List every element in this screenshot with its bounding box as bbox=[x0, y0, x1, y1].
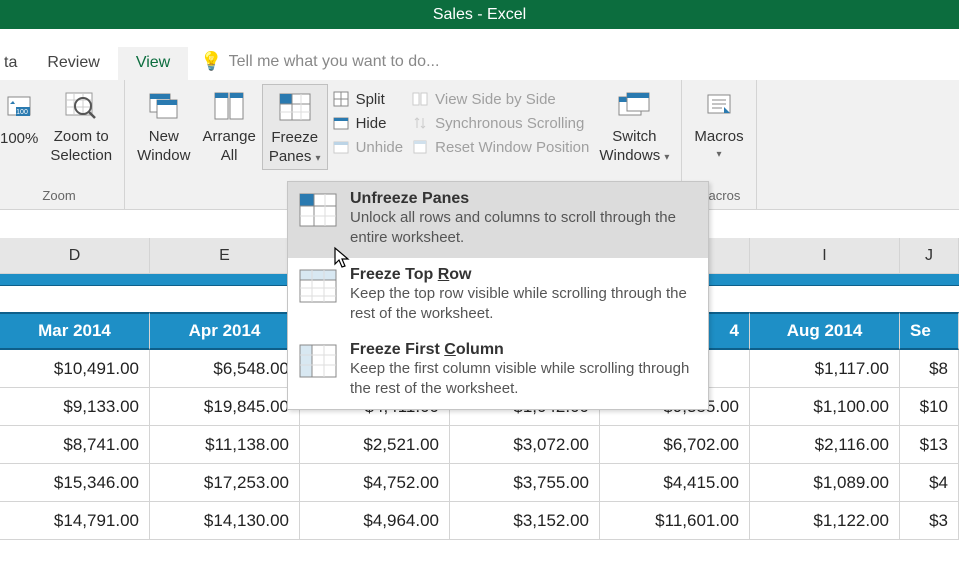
cell[interactable]: $8 bbox=[900, 350, 959, 388]
switch-windows-icon bbox=[617, 88, 651, 124]
new-window-button[interactable]: New Window bbox=[131, 84, 196, 168]
tab-review[interactable]: Review bbox=[29, 47, 117, 80]
header-cell[interactable]: Se bbox=[900, 312, 959, 350]
freeze-panes-icon bbox=[278, 89, 312, 125]
synchronous-scrolling-button: Synchronous Scrolling bbox=[411, 114, 589, 132]
cell[interactable]: $10,491.00 bbox=[0, 350, 150, 388]
arrange-all-button[interactable]: Arrange All bbox=[196, 84, 261, 168]
cell[interactable]: $1,100.00 bbox=[750, 388, 900, 426]
freeze-top-row-icon bbox=[298, 266, 338, 306]
col-header-d[interactable]: D bbox=[0, 238, 150, 274]
window-small-stack-1: Split Hide Unhide bbox=[328, 84, 408, 162]
cell[interactable]: $13 bbox=[900, 426, 959, 464]
freeze-first-column-icon bbox=[298, 341, 338, 381]
window-small-stack-2: View Side by Side Synchronous Scrolling … bbox=[407, 84, 593, 162]
lightbulb-icon: 💡 bbox=[200, 51, 222, 72]
table-row: $8,741.00 $11,138.00 $2,521.00 $3,072.00… bbox=[0, 426, 959, 464]
cell[interactable]: $14,130.00 bbox=[150, 502, 300, 540]
unhide-button: Unhide bbox=[332, 138, 404, 156]
cell[interactable]: $4,964.00 bbox=[300, 502, 450, 540]
unfreeze-panes-icon bbox=[298, 190, 338, 230]
reset-position-icon bbox=[411, 138, 429, 156]
freeze-top-row-item[interactable]: Freeze Top Row Keep the top row visible … bbox=[288, 258, 708, 334]
chevron-down-icon: ▾ bbox=[717, 149, 722, 162]
cell[interactable]: $3,755.00 bbox=[450, 464, 600, 502]
cell[interactable]: $8,741.00 bbox=[0, 426, 150, 464]
cell[interactable]: $15,346.00 bbox=[0, 464, 150, 502]
tell-me-placeholder: Tell me what you want to do... bbox=[229, 53, 440, 71]
cell[interactable]: $1,117.00 bbox=[750, 350, 900, 388]
cell[interactable]: $2,116.00 bbox=[750, 426, 900, 464]
cell[interactable]: $11,601.00 bbox=[600, 502, 750, 540]
svg-text:100: 100 bbox=[16, 109, 28, 116]
table-row: $14,791.00 $14,130.00 $4,964.00 $3,152.0… bbox=[0, 502, 959, 540]
side-by-side-icon bbox=[411, 90, 429, 108]
cell[interactable]: $4,752.00 bbox=[300, 464, 450, 502]
zoom-to-selection-button[interactable]: Zoom to Selection bbox=[44, 84, 118, 168]
macros-icon bbox=[704, 88, 734, 124]
cell[interactable]: $6,548.00 bbox=[150, 350, 300, 388]
ribbon-tabs: ta Review View 💡 Tell me what you want t… bbox=[0, 29, 959, 80]
tell-me-search[interactable]: 💡 Tell me what you want to do... bbox=[188, 51, 451, 80]
menu-item-title: Unfreeze Panes bbox=[350, 190, 698, 208]
view-side-by-side-button: View Side by Side bbox=[411, 90, 589, 108]
title-bar: Sales - Excel bbox=[0, 0, 959, 29]
sync-scroll-icon bbox=[411, 114, 429, 132]
cell[interactable]: $9,133.00 bbox=[0, 388, 150, 426]
freeze-panes-dropdown: Unfreeze Panes Unlock all rows and colum… bbox=[287, 181, 709, 410]
cell[interactable]: $14,791.00 bbox=[0, 502, 150, 540]
menu-item-title: Freeze Top Row bbox=[350, 266, 698, 284]
zoom-group: 100 100% Zoom to Selection Zoom bbox=[0, 80, 125, 209]
cell[interactable]: $6,702.00 bbox=[600, 426, 750, 464]
app-title: Sales - Excel bbox=[433, 6, 526, 24]
tab-data-partial[interactable]: ta bbox=[0, 47, 29, 80]
zoom-group-label: Zoom bbox=[0, 186, 118, 207]
col-header-i[interactable]: I bbox=[750, 238, 900, 274]
chevron-down-icon: ▾ bbox=[316, 153, 321, 164]
menu-item-title: Freeze First Column bbox=[350, 341, 698, 359]
chevron-down-icon: ▾ bbox=[664, 152, 669, 163]
header-cell[interactable]: Mar 2014 bbox=[0, 312, 150, 350]
tab-view[interactable]: View bbox=[118, 47, 188, 80]
switch-windows-button[interactable]: Switch Windows ▾ bbox=[593, 84, 675, 168]
table-row: $15,346.00 $17,253.00 $4,752.00 $3,755.0… bbox=[0, 464, 959, 502]
zoom-100-button[interactable]: 100 100% bbox=[0, 84, 44, 151]
zoom-100-icon: 100 bbox=[4, 90, 34, 126]
split-icon bbox=[332, 90, 350, 108]
cell[interactable]: $1,089.00 bbox=[750, 464, 900, 502]
unfreeze-panes-item[interactable]: Unfreeze Panes Unlock all rows and colum… bbox=[288, 182, 708, 258]
freeze-first-column-item[interactable]: Freeze First Column Keep the first colum… bbox=[288, 333, 708, 409]
split-button[interactable]: Split bbox=[332, 90, 404, 108]
menu-item-desc: Unlock all rows and columns to scroll th… bbox=[350, 208, 698, 249]
cell[interactable]: $3,072.00 bbox=[450, 426, 600, 464]
macros-button[interactable]: Macros ▾ bbox=[688, 84, 749, 163]
cell[interactable]: $1,122.00 bbox=[750, 502, 900, 540]
hide-button[interactable]: Hide bbox=[332, 114, 404, 132]
menu-item-desc: Keep the top row visible while scrolling… bbox=[350, 284, 698, 325]
cell[interactable]: $2,521.00 bbox=[300, 426, 450, 464]
cell[interactable]: $4,415.00 bbox=[600, 464, 750, 502]
header-cell[interactable]: Aug 2014 bbox=[750, 312, 900, 350]
cell[interactable]: $11,138.00 bbox=[150, 426, 300, 464]
cell[interactable]: $10 bbox=[900, 388, 959, 426]
magnifier-icon bbox=[64, 88, 98, 124]
hide-icon bbox=[332, 114, 350, 132]
new-window-icon bbox=[147, 88, 181, 124]
unhide-icon bbox=[332, 138, 350, 156]
cell[interactable]: $19,845.00 bbox=[150, 388, 300, 426]
col-header-j[interactable]: J bbox=[900, 238, 959, 274]
cell[interactable]: $17,253.00 bbox=[150, 464, 300, 502]
cell[interactable]: $3,152.00 bbox=[450, 502, 600, 540]
col-header-e[interactable]: E bbox=[150, 238, 300, 274]
menu-item-desc: Keep the first column visible while scro… bbox=[350, 359, 698, 400]
reset-window-position-button: Reset Window Position bbox=[411, 138, 589, 156]
cell[interactable]: $4 bbox=[900, 464, 959, 502]
cell[interactable]: $3 bbox=[900, 502, 959, 540]
header-cell[interactable]: Apr 2014 bbox=[150, 312, 300, 350]
freeze-panes-button[interactable]: Freeze Panes ▾ bbox=[262, 84, 328, 170]
arrange-all-icon bbox=[213, 88, 245, 124]
